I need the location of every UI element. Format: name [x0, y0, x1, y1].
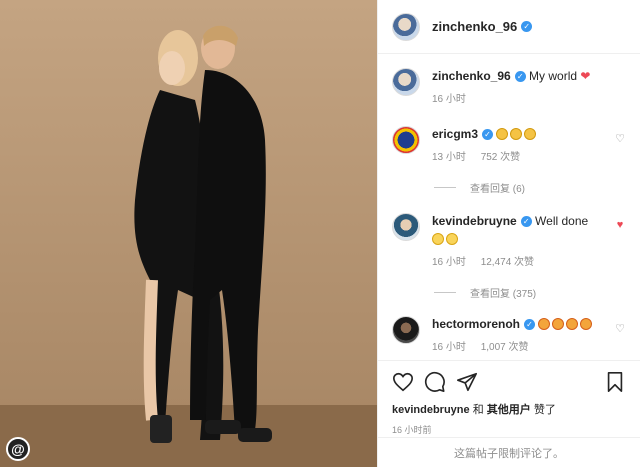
replies-divider: [434, 292, 456, 293]
post-photo[interactable]: [0, 0, 377, 467]
like-comment-heart-icon[interactable]: ♡: [614, 322, 626, 335]
like-comment-heart-icon[interactable]: ♡: [614, 132, 626, 145]
verified-badge-icon: ✓: [524, 319, 536, 330]
comment-username[interactable]: ericgm3: [432, 127, 478, 141]
comment-likes[interactable]: 1,007 次赞: [481, 342, 529, 353]
comment-time: 16 小时: [432, 342, 466, 353]
comment-avatar[interactable]: [392, 213, 420, 241]
verified-badge-icon: ✓: [482, 129, 494, 140]
post-side-panel: zinchenko_96 ✓ zinchenko_96 ✓ My world ❤ …: [377, 0, 640, 467]
comment-text: Well done: [535, 214, 589, 228]
verified-badge-icon: ✓: [521, 21, 533, 32]
comment-icon[interactable]: [424, 371, 446, 393]
verified-badge-icon: ✓: [520, 216, 532, 227]
caption-row: zinchenko_96 ✓ My world ❤ 16 小时: [392, 68, 626, 108]
post-header: zinchenko_96 ✓: [378, 0, 640, 54]
comments-limited-notice: 这篇帖子限制评论了。: [378, 437, 640, 467]
post-image-illustration: [0, 0, 377, 467]
author-username[interactable]: zinchenko_96: [432, 19, 517, 34]
liked-by-line: kevindebruyne 和 其他用户 赞了: [392, 401, 626, 417]
comment-likes[interactable]: 12,474 次赞: [481, 257, 534, 268]
post-actions: kevindebruyne 和 其他用户 赞了 16 小时前: [378, 360, 640, 436]
comment-time: 13 小时: [432, 152, 466, 163]
liked-comment-heart-icon[interactable]: ♥: [614, 219, 626, 231]
comment-avatar[interactable]: [392, 316, 420, 344]
comment-avatar[interactable]: [392, 126, 420, 154]
comment-row: hectormorenoh ✓ 16 小时 1,007 次赞 ♡: [392, 316, 626, 356]
view-replies-button[interactable]: 查看回复 (375): [434, 285, 626, 300]
view-replies-button[interactable]: 查看回复 (6): [434, 180, 626, 195]
clap-emoji-icon: [496, 127, 538, 141]
share-icon[interactable]: [456, 371, 478, 393]
comments-list: zinchenko_96 ✓ My world ❤ 16 小时 ericgm3 ✓ …: [378, 54, 640, 368]
comment-username[interactable]: kevindebruyne: [432, 214, 517, 228]
liked-by-others[interactable]: 其他用户: [487, 404, 531, 416]
caption-time: 16 小时: [432, 94, 466, 105]
star-eyes-emoji-icon: [538, 317, 594, 331]
laugh-emoji-icon: [432, 231, 626, 247]
caption-text: My world: [529, 69, 578, 83]
red-heart-emoji-icon: ❤: [580, 69, 591, 83]
liked-by-suffix: 赞了: [533, 404, 556, 416]
bookmark-icon[interactable]: [604, 371, 626, 393]
heart-icon[interactable]: [392, 371, 414, 393]
author-avatar[interactable]: [392, 12, 420, 41]
comment-row: ericgm3 ✓ 13 小时 752 次赞 ♡: [392, 126, 626, 166]
threads-icon: [6, 437, 30, 461]
replies-divider: [434, 187, 456, 188]
view-replies-label: 查看回复 (375): [470, 289, 537, 300]
comment-username[interactable]: hectormorenoh: [432, 317, 520, 331]
view-replies-label: 查看回复 (6): [470, 184, 525, 195]
verified-badge-icon: ✓: [514, 71, 526, 82]
comment-likes[interactable]: 752 次赞: [481, 152, 520, 163]
post-time: 16 小时前: [392, 425, 432, 435]
caption-avatar[interactable]: [392, 68, 420, 96]
liked-by-user[interactable]: kevindebruyne: [392, 404, 470, 416]
caption-username[interactable]: zinchenko_96: [432, 69, 511, 83]
liked-by-and: 和: [472, 404, 484, 416]
comment-row: kevindebruyne ✓ Well done 16 小时 12,474 次赞…: [392, 213, 626, 271]
comment-time: 16 小时: [432, 257, 466, 268]
